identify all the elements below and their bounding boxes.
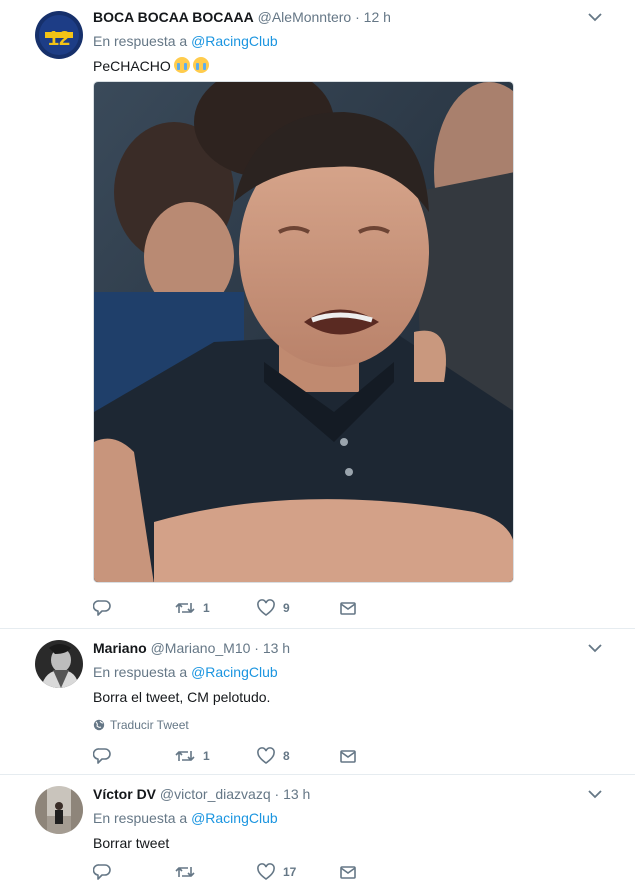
mention-link[interactable]: @RacingClub bbox=[191, 33, 278, 49]
heart-icon bbox=[257, 599, 275, 616]
like-button[interactable]: 17 bbox=[257, 863, 339, 881]
tweet-actions: 1 9 bbox=[93, 597, 421, 619]
crying-face-icon bbox=[173, 57, 190, 73]
retweet-icon bbox=[175, 867, 195, 877]
reply-button[interactable] bbox=[93, 747, 175, 765]
fullname[interactable]: Mariano bbox=[93, 640, 147, 656]
fullname[interactable]: Víctor DV bbox=[93, 786, 156, 802]
chevron-down-icon[interactable] bbox=[585, 7, 605, 27]
reply-icon bbox=[93, 748, 111, 764]
tweet-header: BOCA BOCAA BOCAAA @AleMonntero · 12 h bbox=[93, 7, 605, 27]
globe-icon bbox=[93, 719, 105, 731]
fullname[interactable]: BOCA BOCAA BOCAAA bbox=[93, 9, 254, 25]
tweet-header: Víctor DV @victor_diazvazq · 13 h bbox=[93, 784, 605, 804]
separator: · bbox=[274, 786, 280, 802]
mention-link[interactable]: @RacingClub bbox=[191, 664, 278, 680]
separator: · bbox=[355, 9, 360, 25]
tweet-text: Borra el tweet, CM pelotudo. bbox=[93, 689, 271, 705]
reply-icon bbox=[93, 600, 111, 616]
retweet-icon bbox=[175, 603, 195, 613]
tweet[interactable]: Mariano @Mariano_M10 · 13 h En respuesta… bbox=[0, 629, 635, 775]
like-count: 17 bbox=[283, 865, 297, 879]
chevron-down-icon[interactable] bbox=[585, 784, 605, 804]
like-button[interactable]: 8 bbox=[257, 747, 339, 765]
avatar[interactable]: 12 bbox=[35, 11, 83, 59]
direct-message-button[interactable] bbox=[339, 599, 421, 617]
tweet-actions: 17 bbox=[93, 861, 421, 883]
timestamp[interactable]: 13 h bbox=[263, 640, 290, 656]
reply-context: En respuesta a @RacingClub bbox=[93, 663, 605, 681]
tweet-header: Mariano @Mariano_M10 · 13 h bbox=[93, 638, 605, 658]
tweet[interactable]: Víctor DV @victor_diazvazq · 13 h En res… bbox=[0, 775, 635, 891]
tweet[interactable]: 12 BOCA BOCAA BOCAAA @AleMonntero · 12 h… bbox=[0, 0, 635, 629]
tweet-text: Borrar tweet bbox=[93, 835, 170, 851]
avatar[interactable] bbox=[35, 786, 83, 834]
reply-context: En respuesta a @RacingClub bbox=[93, 809, 605, 827]
handle[interactable]: @Mariano_M10 bbox=[151, 640, 251, 656]
like-count: 9 bbox=[283, 601, 290, 615]
retweet-count: 1 bbox=[203, 749, 210, 763]
retweet-button[interactable]: 1 bbox=[175, 747, 257, 765]
reply-icon bbox=[93, 864, 111, 880]
timestamp[interactable]: 12 h bbox=[364, 9, 391, 25]
like-count: 8 bbox=[283, 749, 290, 763]
handle[interactable]: @AleMonntero bbox=[258, 9, 352, 25]
reply-prefix: En respuesta a bbox=[93, 33, 188, 49]
envelope-icon bbox=[340, 866, 356, 879]
reply-prefix: En respuesta a bbox=[93, 664, 188, 680]
separator: · bbox=[254, 640, 259, 656]
envelope-icon bbox=[340, 750, 356, 763]
photo-image bbox=[94, 82, 513, 582]
svg-text:12: 12 bbox=[48, 28, 70, 50]
heart-icon bbox=[257, 747, 275, 764]
tweet-text: PeCHACHO bbox=[93, 56, 605, 76]
chevron-down-icon[interactable] bbox=[585, 638, 605, 658]
direct-message-button[interactable] bbox=[339, 747, 421, 765]
mention-link[interactable]: @RacingClub bbox=[191, 810, 278, 826]
retweet-button[interactable]: 1 bbox=[175, 599, 257, 617]
direct-message-button[interactable] bbox=[339, 863, 421, 881]
heart-icon bbox=[257, 863, 275, 880]
tweet-text-body: PeCHACHO bbox=[93, 58, 171, 74]
reply-button[interactable] bbox=[93, 863, 175, 881]
translate-label: Traducir Tweet bbox=[110, 718, 189, 732]
reply-context: En respuesta a @RacingClub bbox=[93, 32, 605, 50]
retweet-icon bbox=[175, 751, 195, 761]
handle[interactable]: @victor_diazvazq bbox=[160, 786, 271, 802]
avatar[interactable] bbox=[35, 640, 83, 688]
translate-tweet-link[interactable]: Traducir Tweet bbox=[93, 717, 605, 733]
envelope-icon bbox=[340, 602, 356, 615]
timestamp[interactable]: 13 h bbox=[283, 786, 310, 802]
reply-button[interactable] bbox=[93, 599, 175, 617]
reply-prefix: En respuesta a bbox=[93, 810, 188, 826]
tweet-actions: 1 8 bbox=[93, 745, 421, 767]
retweet-button[interactable] bbox=[175, 863, 257, 881]
tweet-photo[interactable] bbox=[93, 81, 514, 583]
crying-face-icon bbox=[192, 57, 209, 73]
like-button[interactable]: 9 bbox=[257, 599, 339, 617]
retweet-count: 1 bbox=[203, 601, 210, 615]
